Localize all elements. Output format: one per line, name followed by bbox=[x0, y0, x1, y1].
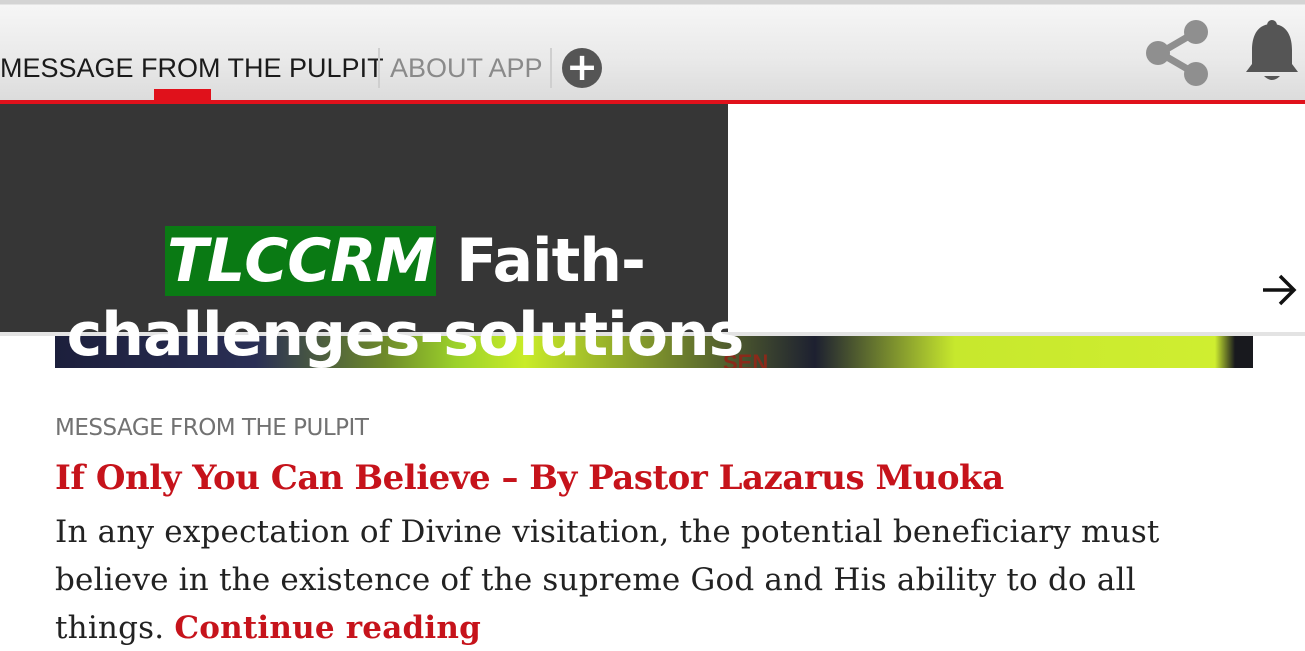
featured-slider[interactable]: SEN TLCCRM Faith-challenges-solutions bbox=[0, 104, 1305, 370]
bell-icon[interactable] bbox=[1242, 18, 1302, 84]
slide-title[interactable]: TLCCRM Faith-challenges-solutions bbox=[55, 224, 755, 372]
active-tab-indicator bbox=[154, 89, 211, 101]
arrow-right-icon[interactable] bbox=[1260, 272, 1298, 308]
share-icon[interactable] bbox=[1140, 16, 1214, 90]
top-tab-bar: MESSAGE FROM THE PULPIT ABOUT APP + bbox=[0, 0, 1305, 104]
continue-reading-link[interactable]: Continue reading bbox=[174, 610, 481, 646]
tab-divider bbox=[550, 48, 552, 88]
article-category[interactable]: MESSAGE FROM THE PULPIT bbox=[55, 414, 369, 442]
slide-title-highlight: TLCCRM bbox=[165, 226, 437, 296]
tab-about-app[interactable]: ABOUT APP bbox=[390, 52, 543, 84]
plus-circle-icon[interactable]: + bbox=[562, 48, 602, 88]
tab-message-from-the-pulpit[interactable]: MESSAGE FROM THE PULPIT bbox=[0, 52, 384, 84]
tab-divider bbox=[378, 48, 380, 88]
article-title[interactable]: If Only You Can Believe – By Pastor Laza… bbox=[55, 456, 1004, 500]
article-excerpt: In any expectation of Divine visitation,… bbox=[55, 508, 1255, 651]
